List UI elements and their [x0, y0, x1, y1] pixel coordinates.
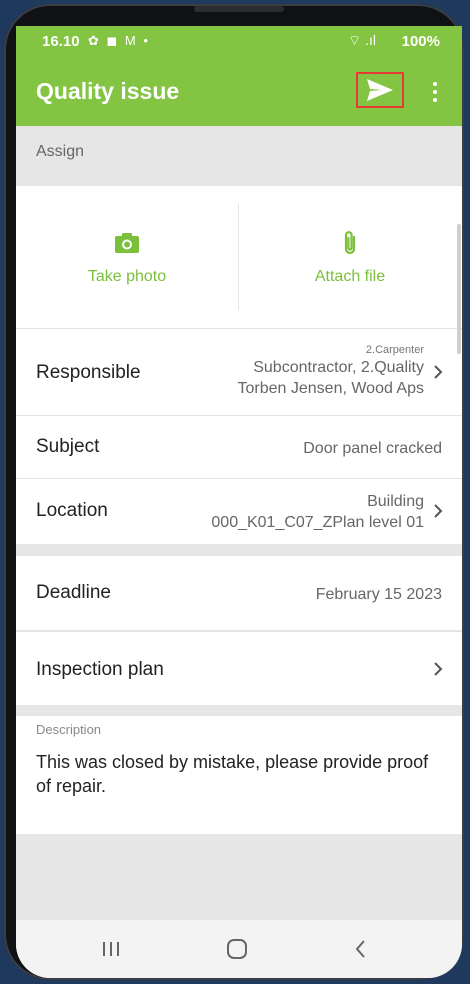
description-label: Description — [36, 722, 102, 737]
send-button[interactable] — [356, 72, 404, 108]
back-icon — [355, 940, 365, 958]
responsible-value: 2.Carpenter Subcontractor, 2.Quality Tor… — [238, 343, 425, 399]
network-icons: ⌔ .ıl — [348, 32, 376, 48]
home-button[interactable] — [222, 934, 252, 964]
battery-level: 100% — [401, 33, 440, 50]
system-nav-bar — [16, 920, 462, 978]
subject-label: Subject — [36, 436, 100, 457]
take-photo-label: Take photo — [87, 268, 167, 285]
assign-label: Assign — [36, 143, 85, 160]
recent-apps-icon — [103, 942, 119, 956]
chevron-right-icon — [434, 662, 443, 676]
notification-icons: ✿ ◼ M • — [88, 33, 150, 48]
app-bar: Quality issue — [16, 58, 462, 126]
screen: 16.10 ✿ ◼ M • ⌔ .ıl 100% Quality issue A… — [16, 26, 462, 978]
recent-apps-button[interactable] — [96, 934, 126, 964]
take-photo-button[interactable]: Take photo — [16, 186, 238, 328]
more-options-button[interactable] — [422, 78, 448, 106]
section-gap — [16, 705, 462, 716]
more-vert-dot — [433, 90, 437, 94]
responsible-line3: Torben Jensen, Wood Aps — [237, 380, 425, 397]
description-text: This was closed by mistake, please provi… — [36, 752, 429, 796]
scrollbar[interactable] — [457, 224, 461, 354]
deadline-row[interactable]: Deadline February 15 2023 — [16, 556, 462, 630]
chevron-right-icon — [434, 504, 443, 518]
home-icon — [227, 939, 247, 959]
subject-row[interactable]: Subject Door panel cracked — [16, 415, 462, 478]
paperclip-icon — [344, 231, 356, 255]
status-bar: 16.10 ✿ ◼ M • ⌔ .ıl 100% — [16, 26, 462, 58]
status-time: 16.10 — [42, 33, 80, 50]
inspection-plan-row[interactable]: Inspection plan — [16, 631, 462, 706]
location-value: Building 000_K01_C07_ZPlan level 01 — [211, 491, 424, 533]
responsible-line1: 2.Carpenter — [365, 344, 424, 356]
location-label: Location — [36, 500, 108, 521]
more-vert-dot — [433, 98, 437, 102]
responsible-row[interactable]: Responsible 2.Carpenter Subcontractor, 2… — [16, 328, 462, 415]
description-field[interactable]: Description This was closed by mistake, … — [16, 716, 462, 834]
deadline-label: Deadline — [36, 582, 111, 603]
location-line2: 000_K01_C07_ZPlan level 01 — [211, 514, 424, 531]
phone-frame: 16.10 ✿ ◼ M • ⌔ .ıl 100% Quality issue A… — [4, 4, 464, 980]
more-vert-icon — [433, 82, 437, 86]
attach-file-label: Attach file — [314, 268, 386, 285]
subject-value: Door panel cracked — [303, 440, 442, 457]
back-button[interactable] — [346, 934, 376, 964]
attach-file-button[interactable]: Attach file — [239, 186, 461, 328]
responsible-line2: Subcontractor, 2.Quality — [253, 359, 424, 376]
section-gap — [16, 544, 462, 556]
page-title: Quality issue — [36, 78, 180, 104]
location-row[interactable]: Location Building 000_K01_C07_ZPlan leve… — [16, 478, 462, 545]
camera-icon — [115, 233, 139, 253]
assign-section: Assign — [16, 126, 462, 186]
inspection-plan-label: Inspection plan — [36, 659, 164, 680]
responsible-label: Responsible — [36, 362, 141, 383]
chevron-right-icon — [434, 365, 443, 379]
deadline-value: February 15 2023 — [315, 586, 442, 603]
phone-speaker — [194, 6, 284, 12]
send-icon — [367, 79, 393, 101]
location-line1: Building — [367, 493, 424, 510]
attachment-actions: Take photo Attach file — [16, 186, 462, 328]
